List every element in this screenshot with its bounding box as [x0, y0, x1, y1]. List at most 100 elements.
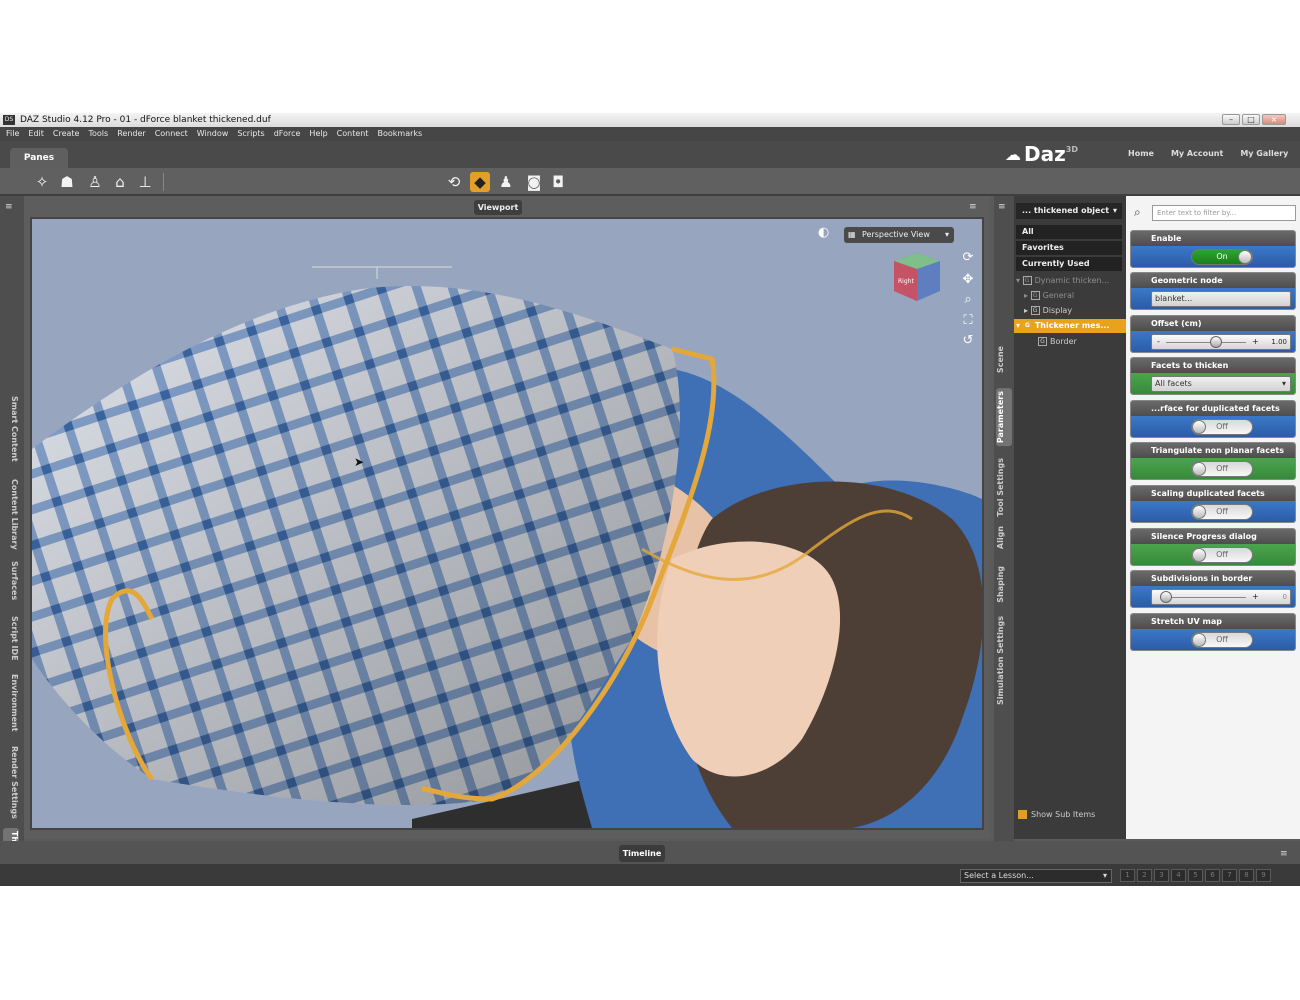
geometric-node-field[interactable]: blanket... [1151, 291, 1291, 307]
page-button[interactable]: 2 [1137, 869, 1152, 882]
viewport-canvas[interactable]: Right ▦ Perspective View ▾ ◐ ⟳ ✥ ⌕ ⛶ ↺ ➤ [30, 217, 984, 830]
prop-title: Geometric node [1131, 273, 1295, 288]
pane-options-icon[interactable]: ≡ [1280, 849, 1294, 859]
my-gallery-link[interactable]: My Gallery [1240, 149, 1288, 158]
stretch-uv-toggle[interactable]: Off [1191, 632, 1253, 648]
draw-style-icon[interactable]: ◐ [818, 225, 829, 240]
offset-slider[interactable]: - + 1.00 [1151, 334, 1291, 350]
tree-item-display[interactable]: ▸ G Display [1014, 304, 1126, 318]
node-select-tool-icon[interactable]: ♟ [496, 172, 516, 192]
right-tab-strip: ≡ Scene Parameters Tool Settings Align S… [994, 196, 1014, 841]
silence-toggle[interactable]: Off [1191, 547, 1253, 563]
viewport-options-icon[interactable]: ≡ [969, 202, 983, 212]
camera-icon[interactable]: ◙ [524, 172, 544, 192]
frame-icon[interactable]: ⛶ [959, 312, 977, 330]
tree-item-thickener-mesh[interactable]: ▾ G Thickener mes... [1014, 319, 1126, 333]
timeline-tab[interactable]: Timeline [619, 845, 665, 862]
menu-edit[interactable]: Edit [28, 127, 44, 141]
menu-create[interactable]: Create [53, 127, 80, 141]
tab-render-settings[interactable]: Render Settings [3, 746, 19, 819]
render-camera-icon[interactable]: ◘ [548, 172, 568, 192]
scene-tool-icon[interactable]: ⌂ [110, 172, 130, 192]
increment-button[interactable]: + [1252, 335, 1259, 349]
tab-environment[interactable]: Environment [3, 674, 19, 732]
enable-toggle[interactable]: On [1191, 249, 1253, 265]
tab-surfaces[interactable]: Surfaces [3, 561, 19, 600]
menu-bar: File Edit Create Tools Render Connect Wi… [0, 127, 1300, 141]
menu-window[interactable]: Window [197, 127, 229, 141]
node-selector[interactable]: ... thickened object ▾ [1016, 203, 1122, 219]
tab-simulation-settings[interactable]: Simulation Settings [996, 616, 1012, 705]
reset-view-icon[interactable]: ↺ [959, 332, 977, 350]
page-button[interactable]: 9 [1256, 869, 1271, 882]
pane-options-icon[interactable]: ≡ [998, 202, 1012, 212]
daz3d-logo[interactable]: ☁ Daz 3D [1005, 142, 1078, 166]
smart-content-tool-icon[interactable]: ✧ [32, 172, 52, 192]
menu-tools[interactable]: Tools [88, 127, 108, 141]
home-link[interactable]: Home [1128, 149, 1154, 158]
pose-tool-icon[interactable]: ♙ [85, 172, 105, 192]
menu-render[interactable]: Render [117, 127, 145, 141]
ground-tool-icon[interactable]: ⊥ [135, 172, 155, 192]
triangulate-toggle[interactable]: Off [1191, 461, 1253, 477]
scaling-toggle[interactable]: Off [1191, 504, 1253, 520]
page-button[interactable]: 3 [1154, 869, 1169, 882]
page-button[interactable]: 7 [1222, 869, 1237, 882]
menu-file[interactable]: File [6, 127, 19, 141]
page-button[interactable]: 5 [1188, 869, 1203, 882]
page-button[interactable]: 6 [1205, 869, 1220, 882]
minimize-button[interactable]: – [1222, 114, 1240, 125]
slider-thumb[interactable] [1160, 591, 1172, 603]
my-account-link[interactable]: My Account [1171, 149, 1223, 158]
page-button[interactable]: 4 [1171, 869, 1186, 882]
viewport-label[interactable]: Viewport [474, 200, 522, 215]
panes-tab[interactable]: Panes [10, 148, 68, 168]
menu-bookmarks[interactable]: Bookmarks [378, 127, 423, 141]
subdivisions-value[interactable]: 0 [1283, 590, 1287, 604]
menu-help[interactable]: Help [309, 127, 327, 141]
tab-script-ide[interactable]: Script IDE [3, 616, 19, 661]
view-mode-dropdown[interactable]: ▦ Perspective View ▾ [844, 227, 954, 243]
tab-shaping[interactable]: Shaping [996, 566, 1012, 603]
menu-connect[interactable]: Connect [155, 127, 188, 141]
tree-item-dynamic-thicken[interactable]: ▾ G Dynamic thicken... [1014, 274, 1126, 288]
page-button[interactable]: 8 [1239, 869, 1254, 882]
pane-options-icon[interactable]: ≡ [5, 202, 19, 212]
close-button[interactable]: × [1262, 114, 1286, 125]
tree-item-general[interactable]: ▸ G General [1014, 289, 1126, 303]
category-favorites[interactable]: Favorites [1016, 241, 1122, 255]
pan-icon[interactable]: ✥ [959, 271, 977, 289]
menu-dforce[interactable]: dForce [274, 127, 301, 141]
tab-align[interactable]: Align [996, 526, 1012, 549]
maximize-button[interactable]: □ [1242, 114, 1260, 125]
orbit-icon[interactable]: ⟳ [959, 249, 977, 267]
title-bar: DS DAZ Studio 4.12 Pro - 01 - dForce bla… [0, 113, 1300, 127]
decrement-button[interactable]: - [1157, 335, 1160, 349]
tree-item-border[interactable]: G Border [1014, 335, 1126, 349]
thickener-tool-icon[interactable]: ◆ [470, 172, 490, 192]
menu-scripts[interactable]: Scripts [237, 127, 264, 141]
universal-tool-icon[interactable]: ⟲ [444, 172, 464, 192]
show-sub-items-checkbox[interactable]: Show Sub Items [1018, 810, 1095, 819]
figure-load-tool-icon[interactable]: ☗ [57, 172, 77, 192]
surface-dup-toggle[interactable]: Off [1191, 419, 1253, 435]
tab-smart-content[interactable]: Smart Content [3, 396, 19, 462]
tab-parameters[interactable]: Parameters [996, 388, 1012, 447]
slider-thumb[interactable] [1209, 336, 1222, 348]
lesson-dropdown[interactable]: Select a Lesson... ▾ [960, 869, 1112, 883]
view-cube[interactable]: Right [894, 253, 940, 301]
category-all[interactable]: All [1016, 225, 1122, 239]
tab-scene[interactable]: Scene [996, 346, 1012, 373]
tab-content-library[interactable]: Content Library [3, 479, 19, 550]
offset-value[interactable]: 1.00 [1271, 335, 1287, 349]
page-button[interactable]: 1 [1120, 869, 1135, 882]
zoom-icon[interactable]: ⌕ [959, 291, 977, 309]
category-currently-used[interactable]: Currently Used [1016, 257, 1122, 271]
subdivisions-slider[interactable]: + 0 [1151, 589, 1291, 605]
facets-dropdown[interactable]: All facets ▾ [1151, 376, 1291, 392]
filter-input[interactable]: Enter text to filter by... [1152, 205, 1296, 221]
menu-content[interactable]: Content [337, 127, 369, 141]
window-controls: – □ × [1222, 114, 1286, 125]
tab-tool-settings[interactable]: Tool Settings [996, 458, 1012, 517]
increment-button[interactable]: + [1252, 590, 1259, 604]
